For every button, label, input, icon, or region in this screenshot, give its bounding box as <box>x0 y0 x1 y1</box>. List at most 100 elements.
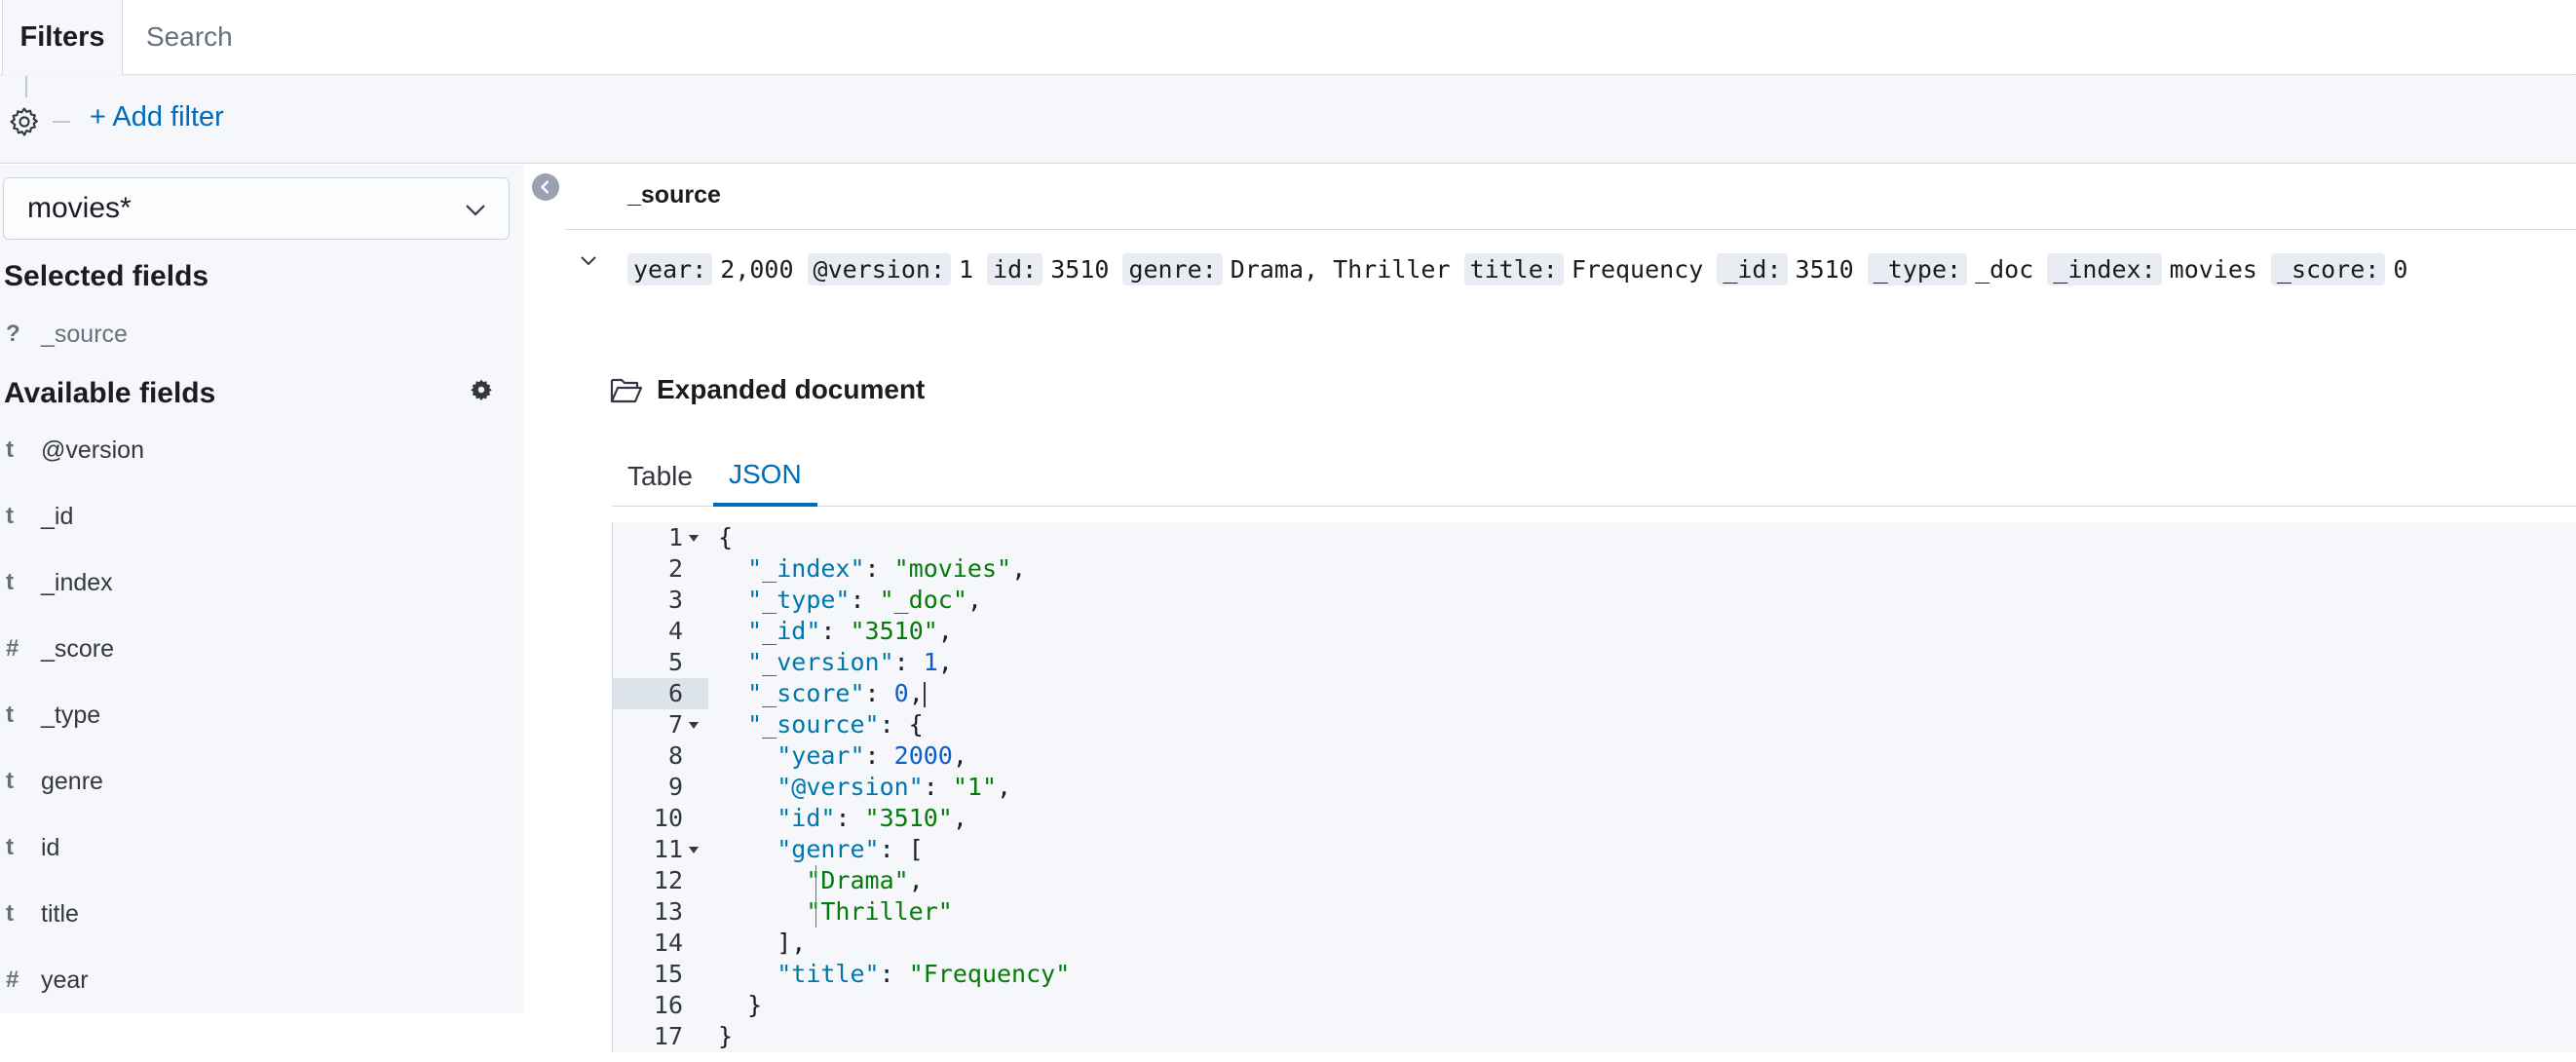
code-text: "_index": "movies", <box>747 554 1027 583</box>
gear-icon[interactable] <box>8 105 41 138</box>
field-item-score[interactable]: # _score <box>0 629 524 668</box>
field-type-icon: ? <box>6 321 20 347</box>
field-item-type[interactable]: t _type <box>0 696 524 735</box>
tab-table[interactable]: Table <box>612 446 708 507</box>
source-value: 2,000 <box>720 254 794 284</box>
filters-button[interactable]: Filters <box>2 0 123 75</box>
code-text: "Drama", <box>806 866 924 894</box>
line-number: 6 <box>667 679 683 707</box>
source-value: 0 <box>2393 254 2408 284</box>
tab-json[interactable]: JSON <box>713 446 817 507</box>
source-value: _doc <box>1975 254 2034 284</box>
index-pattern-label: movies* <box>27 192 132 224</box>
field-type-icon: # <box>6 967 19 993</box>
code-line: 15 "title": "Frequency" <box>613 959 2576 990</box>
expanded-document-label: Expanded document <box>657 374 926 404</box>
code-text: { <box>718 523 734 551</box>
line-number: 2 <box>667 554 683 583</box>
field-item-genre[interactable]: t genre <box>0 762 524 801</box>
code-text: "_score": 0, <box>747 679 926 707</box>
code-line: 1{ <box>613 522 2576 553</box>
field-item-source[interactable]: ? _source <box>0 315 524 354</box>
source-value: 3510 <box>1795 254 1854 284</box>
line-number: 17 <box>653 1022 683 1050</box>
line-number: 9 <box>667 773 683 801</box>
line-number: 3 <box>667 586 683 614</box>
source-key: @version: <box>807 252 951 285</box>
line-number: 11 <box>653 835 683 863</box>
line-number: 10 <box>653 804 683 832</box>
field-item-id[interactable]: t _id <box>0 497 524 536</box>
line-number: 8 <box>667 741 683 770</box>
line-number: 5 <box>667 648 683 676</box>
field-item-year[interactable]: # year <box>0 961 524 1000</box>
code-line: 2 "_index": "movies", <box>613 553 2576 585</box>
source-key: _index: <box>2047 252 2162 285</box>
index-pattern-select[interactable]: movies* <box>3 177 510 240</box>
field-type-icon: t <box>6 436 14 463</box>
source-value: Frequency <box>1571 254 1704 284</box>
fold-toggle-icon[interactable] <box>689 722 699 729</box>
field-name: _id <box>41 502 74 530</box>
code-line: 7 "_source": { <box>613 709 2576 740</box>
source-key: id: <box>987 252 1043 285</box>
field-type-icon: t <box>6 834 14 860</box>
search-input[interactable] <box>146 14 1510 60</box>
line-number: 12 <box>653 866 683 894</box>
code-line: 14 ], <box>613 928 2576 959</box>
line-number: 7 <box>667 710 683 739</box>
field-item-index[interactable]: t _index <box>0 563 524 602</box>
field-name: _type <box>41 701 101 729</box>
code-line: 11 "genre": [ <box>613 834 2576 865</box>
chevron-down-icon[interactable] <box>577 249 600 273</box>
text-cursor <box>923 682 926 707</box>
collapse-sidebar-icon[interactable] <box>532 173 559 201</box>
field-item-id-field[interactable]: t id <box>0 828 524 867</box>
source-value: 1 <box>959 254 974 284</box>
source-key: _score: <box>2270 252 2386 285</box>
field-type-icon: # <box>6 635 19 662</box>
code-text: "year": 2000, <box>777 741 967 770</box>
selected-fields-title: Selected fields <box>4 260 209 292</box>
field-name: id <box>41 833 60 861</box>
field-type-icon: t <box>6 702 14 728</box>
code-text: "_source": { <box>747 710 924 739</box>
field-name: _score <box>41 634 115 663</box>
line-number: 14 <box>653 929 683 957</box>
source-value: movies <box>2169 254 2257 284</box>
column-header-label: _source <box>627 181 721 209</box>
field-name: year <box>41 966 89 994</box>
divider <box>53 121 70 123</box>
code-line-active: 6 "_score": 0, <box>613 678 2576 709</box>
fold-toggle-icon[interactable] <box>689 535 699 542</box>
expanded-document-title: Expanded document <box>610 374 925 405</box>
source-key: _id: <box>1717 252 1788 285</box>
code-line: 4 "_id": "3510", <box>613 616 2576 647</box>
code-text: "_type": "_doc", <box>747 586 982 614</box>
document-row: year: 2,000 @version: 1 id: 3510 genre: Dram… <box>627 249 2421 288</box>
add-filter-button[interactable]: + Add filter <box>90 101 224 133</box>
code-line: 3 "_type": "_doc", <box>613 585 2576 616</box>
code-text: "id": "3510", <box>777 804 967 832</box>
fold-toggle-icon[interactable] <box>689 847 699 853</box>
field-item-version[interactable]: t @version <box>0 431 524 470</box>
json-code-editor[interactable]: 1{ 2 "_index": "movies", 3 "_type": "_do… <box>612 522 2576 1052</box>
field-name: _source <box>41 320 128 348</box>
line-number: 15 <box>653 960 683 988</box>
gear-icon[interactable] <box>470 378 493 401</box>
code-line: 10 "id": "3510", <box>613 803 2576 834</box>
field-name: _index <box>41 568 113 596</box>
source-value: Drama, Thriller <box>1230 254 1451 284</box>
field-item-title[interactable]: t title <box>0 894 524 933</box>
code-line: 17} <box>613 1021 2576 1052</box>
query-bar: Filters <box>0 0 2576 75</box>
code-text: "_version": 1, <box>747 648 953 676</box>
code-line: 9 "@version": "1", <box>613 772 2576 803</box>
code-text: "@version": "1", <box>777 773 1012 801</box>
filter-bar: + Add filter <box>0 76 2576 164</box>
doc-view-tabs: Table JSON <box>612 446 2576 507</box>
code-line: 12 "Drama", <box>613 865 2576 896</box>
code-line: 5 "_version": 1, <box>613 647 2576 678</box>
available-fields-title: Available fields <box>4 377 216 409</box>
source-column-header: _source <box>565 166 2576 230</box>
